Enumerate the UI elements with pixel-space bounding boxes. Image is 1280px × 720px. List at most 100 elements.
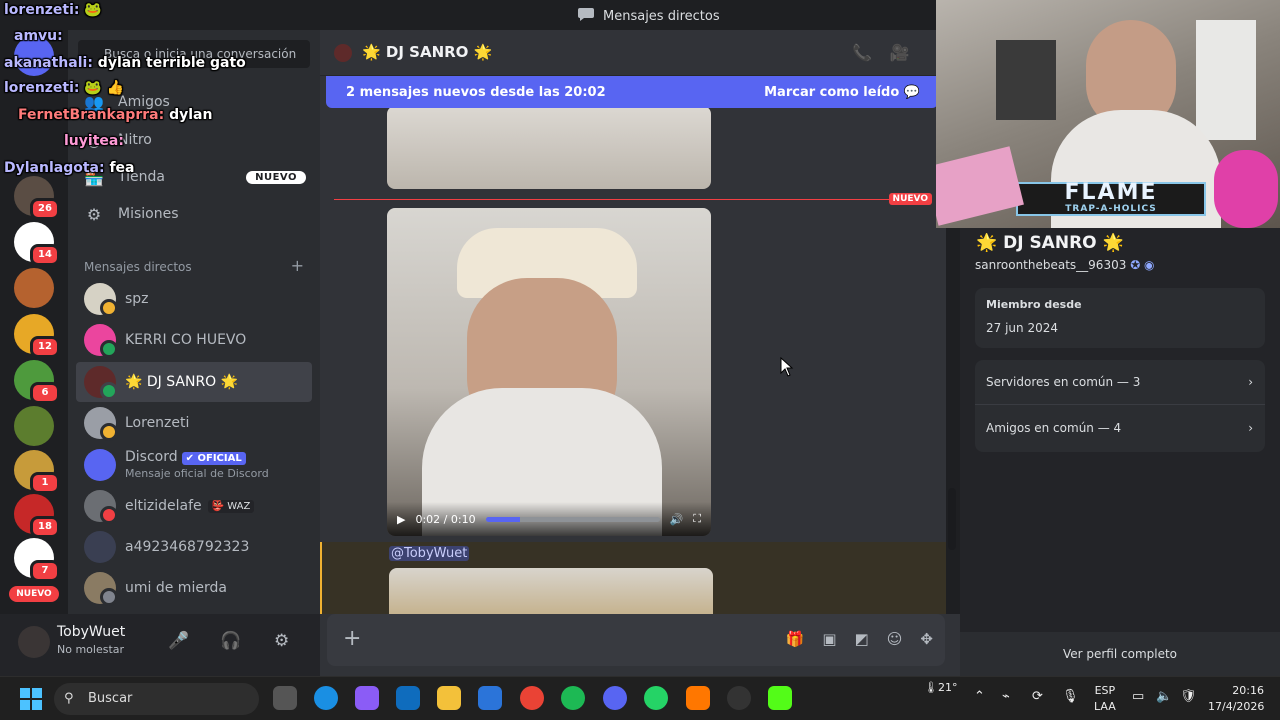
outlook-icon[interactable] (396, 686, 420, 710)
chat-scrollbar[interactable] (948, 488, 956, 550)
mutual-friends-row[interactable]: Amigos en común — 4 › (975, 405, 1265, 450)
dm-item[interactable]: eltizidelafe 👺 WAZ (76, 486, 312, 526)
mention-message: @TobyWuet (320, 542, 946, 614)
server-icon[interactable]: 7 (14, 538, 60, 582)
new-pill: NUEVO (246, 170, 306, 184)
volume-icon[interactable]: 🔈 (1156, 689, 1172, 704)
new-server-pill[interactable]: NUEVO (9, 586, 59, 602)
sticker-icon[interactable]: ◩ (855, 630, 869, 648)
dm-item[interactable]: KERRI CO HUEVO (76, 320, 312, 360)
view-full-profile-button[interactable]: Ver perfil completo (960, 632, 1280, 676)
server-icon[interactable]: 1 (14, 450, 60, 494)
unread-badge: 6 (30, 382, 60, 404)
mouse-cursor-icon (780, 357, 794, 377)
obs-icon[interactable] (727, 686, 751, 710)
user-mention[interactable]: @TobyWuet (389, 546, 470, 561)
video-attachment[interactable] (389, 568, 713, 614)
windows-start-icon[interactable] (20, 688, 42, 710)
server-icon[interactable] (14, 268, 54, 308)
sync-icon[interactable]: ⟳ (1032, 689, 1043, 704)
mutual-servers-row[interactable]: Servidores en común — 3 › (975, 360, 1265, 405)
video-call-icon[interactable]: 🎥 (890, 43, 910, 62)
user-name: TobyWuet (57, 624, 126, 640)
new-messages-banner[interactable]: 2 mensajes nuevos desde las 20:02 Marcar… (326, 76, 938, 108)
task-view-icon[interactable] (273, 686, 297, 710)
video-controls: ▶ 0:02 / 0:10 🔊 ⛶ (387, 502, 711, 536)
status-indicator (100, 506, 118, 524)
user-panel: TobyWuet No molestar 🎤 🎧 ⚙ (0, 614, 320, 676)
server-icon[interactable]: 14 (14, 222, 60, 266)
edge-icon[interactable] (314, 686, 338, 710)
headphones-icon[interactable]: 🎧 (220, 631, 241, 651)
gift-icon[interactable]: 🎁 (786, 630, 805, 648)
dm-icon (577, 7, 595, 25)
server-icon[interactable]: 26 (14, 176, 60, 220)
soundcloud-icon[interactable] (686, 686, 710, 710)
windows-taskbar: ⚲ Buscar 🌡21° ⌃ ⌁ ⟳ 🎙 ESP LAA ▭ 🔈 🛡 20:1… (0, 676, 1280, 720)
apps-icon[interactable]: ✥ (920, 630, 933, 648)
spotify-icon[interactable] (561, 686, 585, 710)
chevron-up-icon[interactable]: ⌃ (974, 689, 985, 704)
dm-item-selected[interactable]: 🌟 DJ SANRO 🌟 (76, 362, 312, 402)
avatar (84, 366, 118, 400)
microphone-icon[interactable]: 🎙 (1062, 689, 1079, 704)
store-icon[interactable] (478, 686, 502, 710)
message-list: NUEVO ▶ 0:02 / 0:10 🔊 ⛶ @TobyWuet 2 mens… (320, 76, 946, 614)
mutual-card: Servidores en común — 3 › Amigos en comú… (975, 360, 1265, 452)
unread-badge: 26 (30, 198, 60, 220)
fullscreen-icon[interactable]: ⛶ (693, 512, 701, 526)
server-icon[interactable]: 18 (14, 494, 60, 538)
chevron-right-icon: › (1248, 375, 1253, 389)
server-icon[interactable]: 6 (14, 360, 60, 404)
taskbar-search[interactable]: ⚲ Buscar (54, 683, 259, 715)
weather-widget[interactable]: 🌡21° (924, 681, 957, 694)
gif-icon[interactable]: ▣ (822, 630, 836, 648)
whatsapp-icon[interactable] (644, 686, 668, 710)
mic-icon[interactable]: 🎤 (168, 631, 189, 651)
server-icon[interactable] (14, 406, 54, 446)
volume-icon[interactable]: 🔊 (670, 513, 684, 526)
video-attachment[interactable] (387, 106, 711, 189)
dm-item[interactable]: Lorenzeti (76, 403, 312, 443)
dm-item[interactable]: a4923468792323 (76, 527, 312, 567)
notification-icon[interactable]: 🛡 (1180, 689, 1197, 704)
discord-icon[interactable] (603, 686, 627, 710)
unread-badge: 12 (30, 336, 60, 358)
nav-quests[interactable]: ⚙ Misiones (76, 196, 312, 232)
mark-read-icon: 💬 (903, 84, 920, 100)
network-icon[interactable]: ⌁ (1002, 689, 1010, 704)
system-clock[interactable]: 20:16 17/4/2026 (1208, 683, 1264, 715)
dm-item[interactable]: spz (76, 279, 312, 319)
dm-item[interactable]: Discord ✔ OFICIAL Mensaje oficial de Disc… (76, 445, 312, 485)
chat-header: 🌟 DJ SANRO 🌟 📞 🎥 (320, 30, 946, 76)
dm-item[interactable]: umi de mierda (76, 568, 312, 608)
video-progress-bar[interactable] (485, 516, 660, 522)
server-icon[interactable]: 12 (14, 314, 60, 358)
avatar (84, 572, 118, 606)
settings-gear-icon[interactable]: ⚙ (274, 631, 289, 651)
unread-badge: 7 (30, 560, 60, 582)
composer-actions: 🎁 ▣ ◩ ☺ ✥ (786, 630, 933, 648)
file-explorer-icon[interactable] (437, 686, 461, 710)
display-icon[interactable]: ▭ (1132, 689, 1144, 704)
chrome-icon[interactable] (520, 686, 544, 710)
header-actions: 📞 🎥 (852, 43, 910, 62)
thermometer-icon: 🌡 (924, 681, 938, 694)
video-player[interactable]: ▶ 0:02 / 0:10 🔊 ⛶ (387, 208, 711, 536)
play-icon[interactable]: ▶ (397, 513, 405, 526)
dm-section-header: Mensajes directos + (84, 256, 304, 275)
copilot-icon[interactable] (355, 686, 379, 710)
emoji-icon[interactable]: ☺ (887, 630, 903, 648)
overlay-chat-line: lorenzeti: 🐸 (4, 2, 102, 18)
new-marker: NUEVO (888, 193, 932, 205)
user-avatar[interactable] (18, 626, 50, 658)
language-indicator[interactable]: ESP LAA (1094, 683, 1116, 715)
message-composer[interactable]: + 🎁 ▣ ◩ ☺ ✥ (327, 614, 945, 666)
kick-icon[interactable] (768, 686, 792, 710)
avatar (84, 490, 118, 524)
attach-plus-button[interactable]: + (343, 626, 361, 651)
overlay-chat-line: amvu: (14, 28, 63, 44)
mark-as-read-button[interactable]: Marcar como leído 💬 (764, 85, 920, 100)
add-dm-button[interactable]: + (291, 258, 304, 274)
voice-call-icon[interactable]: 📞 (852, 43, 872, 62)
